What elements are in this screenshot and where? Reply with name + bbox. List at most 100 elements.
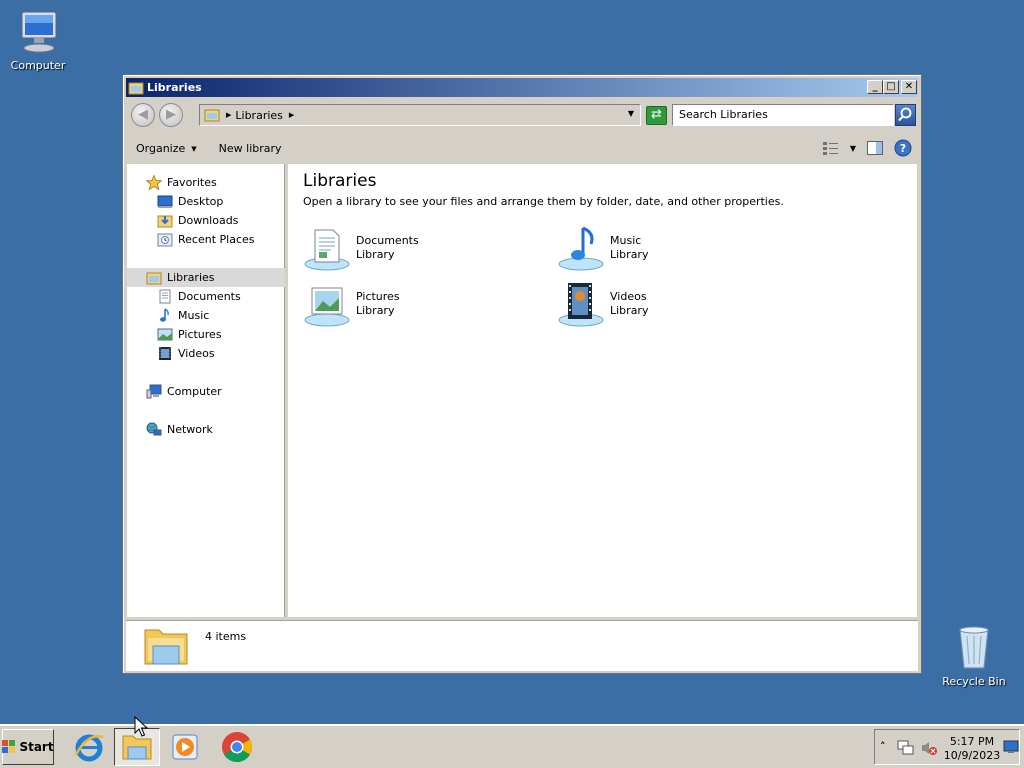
preview-pane-icon[interactable] xyxy=(866,140,884,156)
nav-label: Videos xyxy=(178,347,215,360)
desktop-recycle-bin-icon[interactable]: Recycle Bin xyxy=(936,624,1012,688)
nav-documents[interactable]: Documents xyxy=(127,287,285,306)
view-dropdown-icon[interactable]: ▼ xyxy=(850,144,856,153)
chrome-icon xyxy=(222,732,253,763)
minimize-button[interactable]: _ xyxy=(867,80,883,94)
search-icon xyxy=(898,107,912,122)
svg-text:?: ? xyxy=(900,142,906,155)
network-icon xyxy=(146,422,162,437)
libraries-icon xyxy=(204,109,220,122)
desktop-icon-label: Recycle Bin xyxy=(942,675,1006,688)
show-desktop-icon[interactable] xyxy=(1003,740,1019,754)
refresh-button[interactable]: ⇄ xyxy=(646,106,667,125)
page-description: Open a library to see your files and arr… xyxy=(303,195,784,208)
recent-places-icon xyxy=(157,232,173,247)
clock[interactable]: 5:17 PM 10/9/2023 xyxy=(939,735,1005,763)
documents-library-icon xyxy=(303,224,351,272)
document-icon xyxy=(157,289,173,304)
nav-label: Documents xyxy=(178,290,241,303)
taskbar-chrome[interactable] xyxy=(214,728,260,766)
address-bar[interactable]: ▶ Libraries ▶ ▼ xyxy=(199,104,641,126)
main-pane: Libraries Open a library to see your fil… xyxy=(288,164,917,617)
organize-menu[interactable]: Organize ▼ xyxy=(136,142,197,155)
command-bar: Organize ▼ New library ▼ ? xyxy=(126,133,918,163)
details-pane: 4 items xyxy=(126,620,918,671)
libraries-icon xyxy=(128,82,144,94)
library-tile-pictures[interactable]: Pictures Library xyxy=(303,280,400,328)
nav-network[interactable]: Network xyxy=(127,420,285,439)
library-type: Library xyxy=(610,304,649,317)
address-row: ◀ ▶ ▶ Libraries ▶ ▼ ⇄ Search Libraries xyxy=(126,99,918,131)
libraries-folder-icon xyxy=(143,624,189,668)
new-library-button[interactable]: New library xyxy=(219,142,282,155)
nav-computer[interactable]: Computer xyxy=(127,382,285,401)
media-player-icon xyxy=(172,734,198,760)
taskbar-media-player[interactable] xyxy=(162,728,208,766)
library-tile-music[interactable]: Music Library xyxy=(557,224,648,272)
content-area: Favorites Desktop Downloads Recent Place… xyxy=(126,164,918,617)
desktop-icon-label: Computer xyxy=(10,59,66,72)
library-name: Documents xyxy=(356,234,419,247)
desktop-computer-icon[interactable]: Computer xyxy=(0,8,76,72)
computer-icon xyxy=(14,8,62,56)
network-status-icon[interactable] xyxy=(897,740,915,756)
nav-label: Desktop xyxy=(178,195,224,208)
search-input[interactable]: Search Libraries xyxy=(672,104,894,126)
nav-label: Libraries xyxy=(167,271,215,284)
search-button[interactable] xyxy=(895,104,916,126)
nav-label: Recent Places xyxy=(178,233,255,246)
library-tile-documents[interactable]: Documents Library xyxy=(303,224,419,272)
start-button[interactable]: Start xyxy=(2,729,54,765)
library-tile-videos[interactable]: Videos Library xyxy=(557,280,648,328)
page-title: Libraries xyxy=(303,171,377,191)
library-type: Library xyxy=(356,304,395,317)
clock-date: 10/9/2023 xyxy=(943,749,1001,762)
nav-label: Downloads xyxy=(178,214,239,227)
libraries-icon xyxy=(146,270,162,285)
view-options-icon[interactable] xyxy=(822,140,840,156)
downloads-icon xyxy=(157,213,173,228)
explorer-window: Libraries _ □ ✕ ◀ ▶ ▶ Libraries ▶ ▼ ⇄ Se… xyxy=(122,74,922,674)
star-icon xyxy=(145,174,163,191)
nav-downloads[interactable]: Downloads xyxy=(127,211,285,230)
chevron-right-icon[interactable]: ▶ xyxy=(226,111,231,119)
volume-muted-icon[interactable] xyxy=(920,740,938,756)
nav-libraries[interactable]: Libraries xyxy=(127,268,285,287)
nav-music[interactable]: Music xyxy=(127,306,285,325)
nav-label: Pictures xyxy=(178,328,222,341)
nav-favorites[interactable]: Favorites xyxy=(127,173,285,192)
breadcrumb-libraries[interactable]: Libraries xyxy=(235,109,283,122)
forward-button[interactable]: ▶ xyxy=(159,103,183,127)
nav-recent-places[interactable]: Recent Places xyxy=(127,230,285,249)
back-button[interactable]: ◀ xyxy=(131,103,155,127)
library-name: Music xyxy=(610,234,642,247)
chevron-right-icon[interactable]: ▶ xyxy=(289,111,294,119)
chevron-down-icon: ▼ xyxy=(191,144,197,153)
taskbar: Start ˄ 5:17 PM 10/9/2023 xyxy=(0,724,1024,768)
nav-pictures[interactable]: Pictures xyxy=(127,325,285,344)
taskbar-internet-explorer[interactable] xyxy=(66,728,112,766)
address-history-dropdown[interactable]: ▼ xyxy=(628,109,634,118)
library-name: Pictures xyxy=(356,290,400,303)
desktop-icon xyxy=(157,194,173,209)
windows-logo-icon xyxy=(2,740,16,754)
nav-videos[interactable]: Videos xyxy=(127,344,285,363)
start-label: Start xyxy=(19,740,54,754)
show-hidden-icons-button[interactable]: ˄ xyxy=(880,740,886,753)
nav-label: Network xyxy=(167,423,213,436)
maximize-button[interactable]: □ xyxy=(883,80,899,94)
video-icon xyxy=(157,346,173,361)
title-bar[interactable]: Libraries _ □ ✕ xyxy=(126,78,918,97)
item-count: 4 items xyxy=(205,630,247,643)
computer-icon xyxy=(146,384,162,399)
recycle-bin-icon xyxy=(950,624,998,672)
music-library-icon xyxy=(557,224,605,272)
nav-desktop[interactable]: Desktop xyxy=(127,192,285,211)
help-icon[interactable]: ? xyxy=(894,139,912,157)
library-type: Library xyxy=(356,248,395,261)
nav-label: Music xyxy=(178,309,210,322)
nav-label: Computer xyxy=(167,385,222,398)
organize-label: Organize xyxy=(136,141,186,155)
window-title: Libraries xyxy=(147,81,202,94)
close-button[interactable]: ✕ xyxy=(901,80,917,94)
